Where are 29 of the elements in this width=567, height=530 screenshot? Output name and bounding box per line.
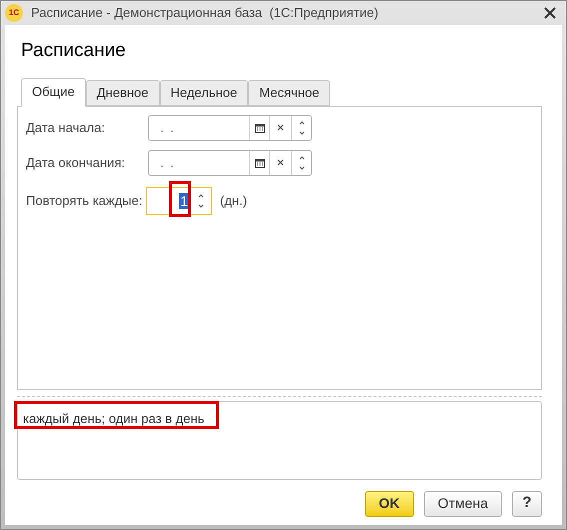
app-logo: 1С [5,4,23,22]
calendar-icon [254,158,264,168]
up-down-arrows-icon [298,154,304,172]
field-label: Дата окончания: [26,154,126,172]
summary-text: каждый день; один раз в день [23,410,204,428]
tab[interactable]: Месячное [248,80,330,106]
date-input[interactable]: . . [149,116,249,140]
date-field[interactable]: . . [148,150,312,176]
tab[interactable]: Дневное [86,80,160,106]
help-button[interactable]: ? [512,490,542,516]
close-icon[interactable] [544,7,556,19]
summary-field[interactable]: каждый день; один раз в день [17,400,542,480]
close-icon [277,124,284,131]
tab[interactable]: Общие [21,78,86,106]
field-label: Повторять каждые: [26,192,140,210]
number-field[interactable]: 1 [146,186,212,214]
field-label: Дата начала: [26,118,106,137]
calendar-icon [254,122,264,132]
tab[interactable]: Недельное [160,80,248,106]
cancel-button[interactable]: Отмена [424,490,502,516]
date-input[interactable]: . . [149,150,249,174]
ok-button[interactable]: OK [364,490,414,516]
up-down-arrows-icon [298,118,304,136]
form-title: Расписание [21,39,127,63]
up-down-arrows-icon [198,192,204,210]
date-field[interactable]: . . [148,114,312,140]
unit-label: (дн.) [220,192,248,210]
window-title: Расписание - Демонстрационная база (1С:Предприятие) [31,4,378,22]
close-icon [277,159,284,166]
